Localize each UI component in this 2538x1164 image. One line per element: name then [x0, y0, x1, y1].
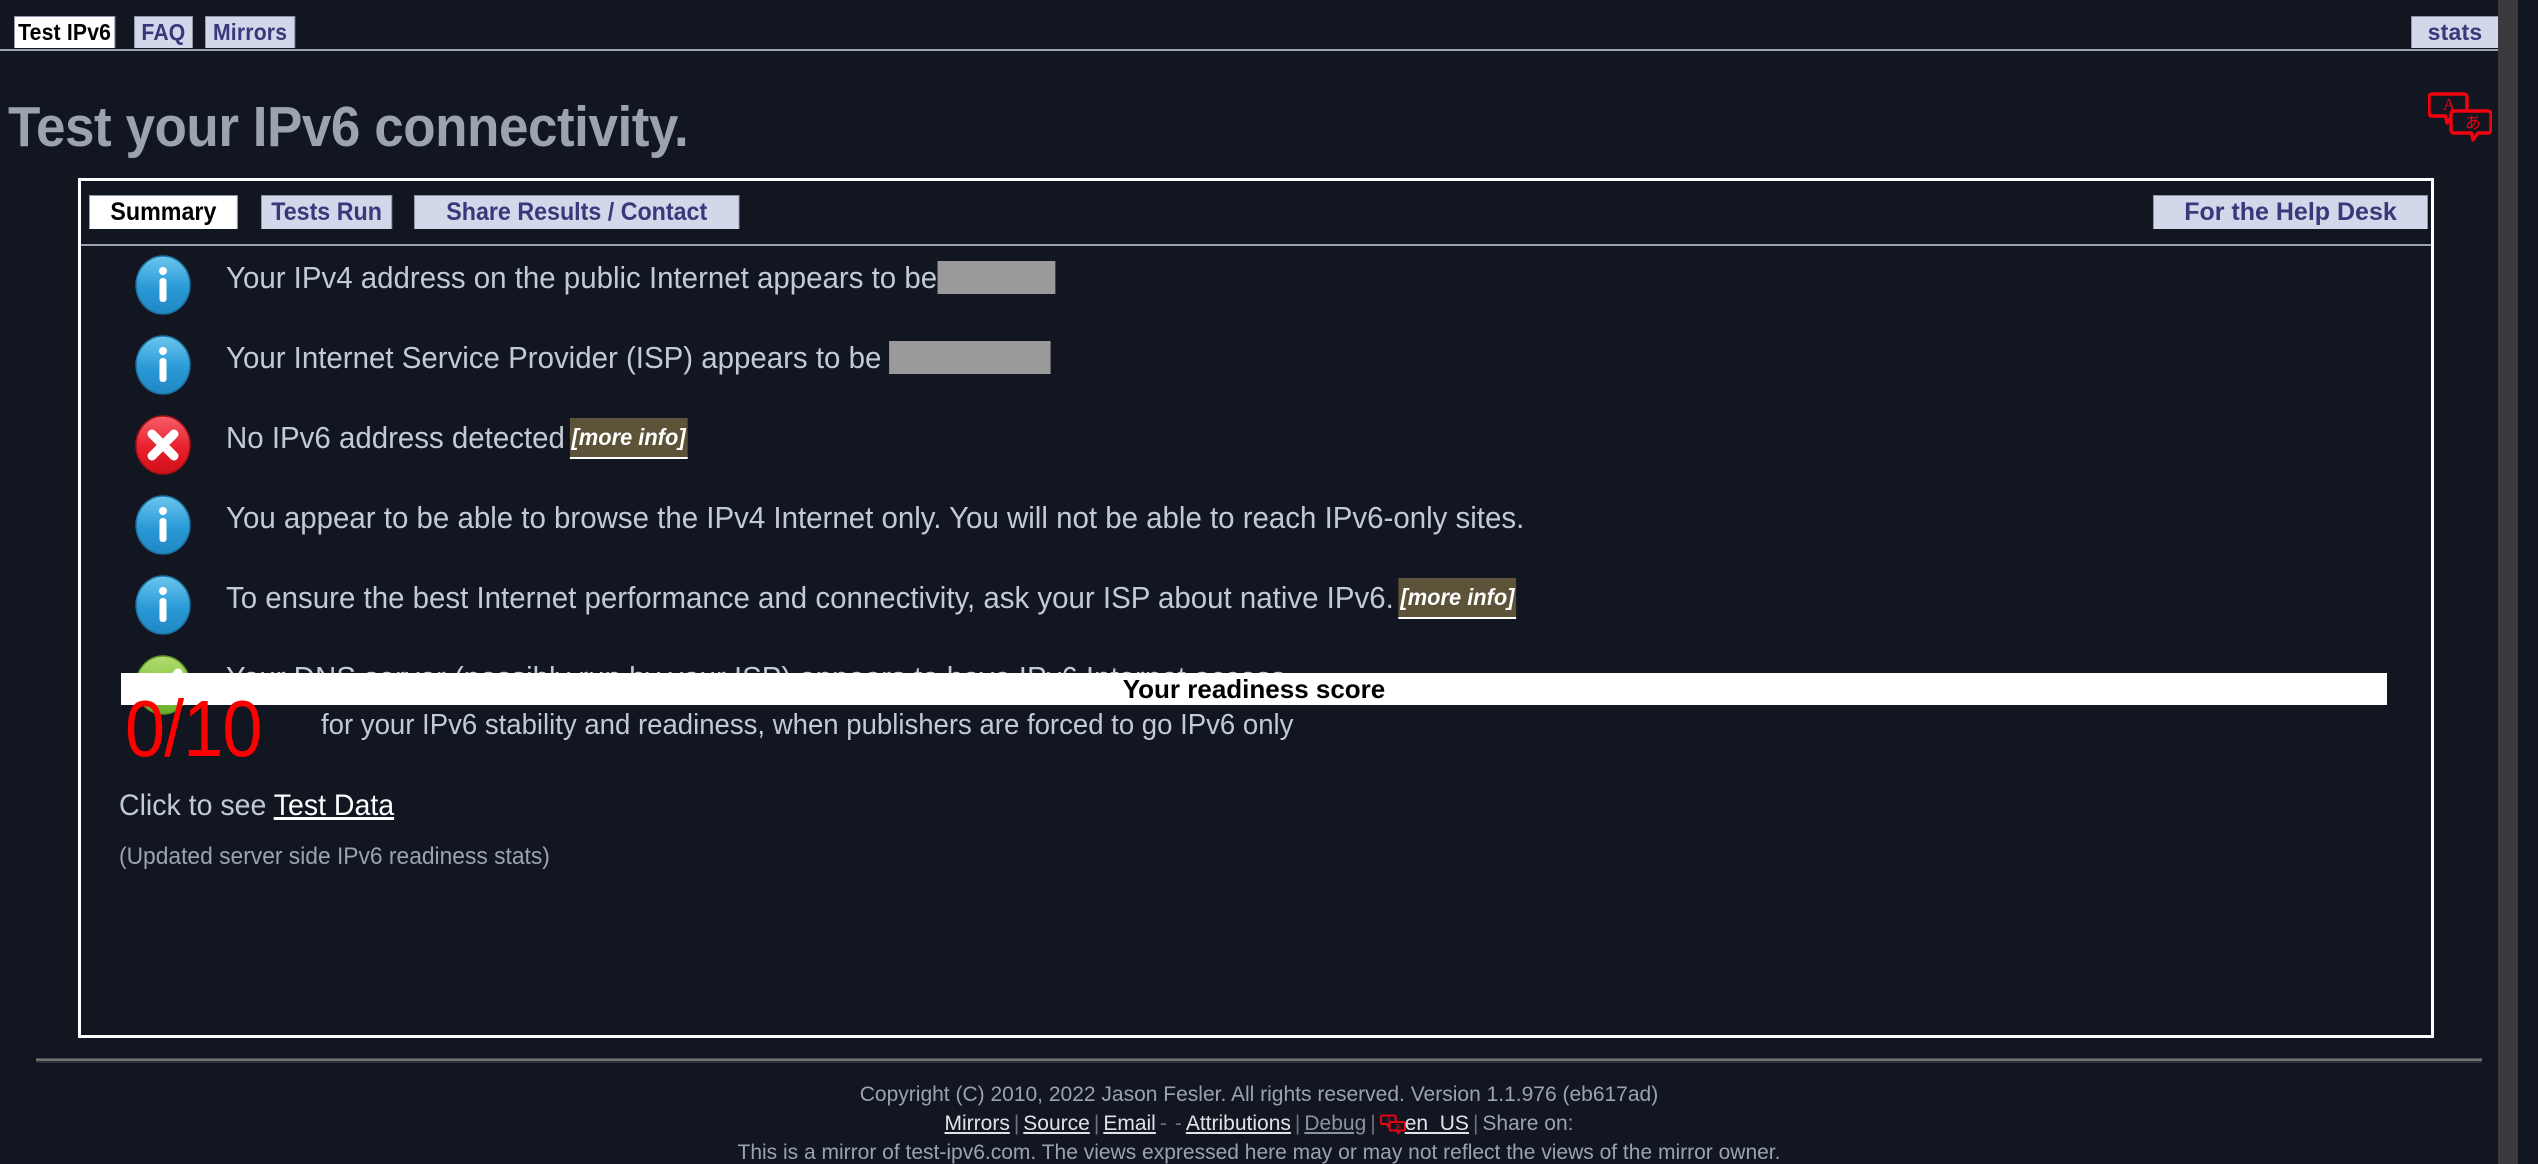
result-message: No IPv6 address detected — [226, 420, 565, 455]
result-row: Your Internet Service Provider (ISP) app… — [81, 327, 2431, 407]
tab-for-the-help-desk[interactable]: For the Help Desk — [2153, 195, 2428, 229]
top-tab-mirrors-label: Mirrors — [212, 19, 288, 45]
tab-summary[interactable]: Summary — [89, 195, 238, 229]
top-navigation: Test IPv6 FAQ Mirrors stats — [0, 16, 2518, 51]
test-data-prefix: Click to see — [119, 789, 274, 822]
top-tab-stats-label: stats — [2427, 19, 2483, 45]
result-text: Your Internet Service Provider (ISP) app… — [226, 339, 1052, 377]
tab-for-the-help-desk-label: For the Help Desk — [2184, 198, 2397, 226]
svg-text:あ: あ — [1394, 1123, 1401, 1131]
top-nav-rule — [0, 49, 2518, 51]
footer-link-attributions[interactable]: Attributions — [1186, 1112, 1291, 1135]
tab-summary-label: Summary — [110, 198, 217, 226]
top-tab-test-ipv6-label: Test IPv6 — [18, 19, 112, 45]
footer-links: Mirrors | Source | Email - - Attributions | Debug… — [0, 1109, 2518, 1138]
info-icon — [133, 495, 193, 555]
redacted-value — [937, 261, 1055, 295]
result-text: To ensure the best Internet performance … — [226, 578, 1517, 622]
results-list: Your IPv4 address on the public Internet… — [81, 247, 2431, 727]
result-row: No IPv6 address detected [more info] — [81, 407, 2431, 487]
top-tab-test-ipv6[interactable]: Test IPv6 — [14, 16, 116, 48]
footer-link-mirrors[interactable]: Mirrors — [945, 1112, 1010, 1135]
svg-text:A: A — [1386, 1115, 1392, 1124]
footer-link-source[interactable]: Source — [1023, 1112, 1090, 1135]
result-message: To ensure the best Internet performance … — [226, 580, 1394, 615]
footer-dash-1: - — [1159, 1112, 1167, 1135]
info-icon — [133, 575, 193, 635]
page-root: Test IPv6 FAQ Mirrors stats Test your IP… — [0, 0, 2518, 1164]
footer-link-email[interactable]: Email — [1103, 1112, 1156, 1135]
tab-share-results-contact[interactable]: Share Results / Contact — [414, 195, 740, 229]
result-message: Your IPv4 address on the public Internet… — [226, 260, 938, 295]
footer-dash-2: - — [1174, 1112, 1182, 1135]
footer-sep-3: | — [1294, 1112, 1301, 1135]
footer-copyright: Copyright (C) 2010, 2022 Jason Fesler. A… — [859, 1083, 1659, 1106]
top-tab-faq-label: FAQ — [141, 19, 186, 45]
more-info-link[interactable]: [more info] — [1398, 578, 1517, 619]
result-text: You appear to be able to browse the IPv4… — [226, 499, 1524, 537]
results-panel: Summary Tests Run Share Results / Contac… — [78, 178, 2434, 1038]
translate-icon[interactable]: A あ — [2427, 90, 2493, 142]
svg-text:あ: あ — [2465, 113, 2481, 132]
result-text: No IPv6 address detected [more info] — [226, 418, 688, 462]
footer-mirror-note: This is a mirror of test-ipv6.com. The v… — [737, 1141, 1781, 1164]
error-icon — [133, 415, 193, 475]
tab-tests-run[interactable]: Tests Run — [261, 195, 393, 229]
info-icon — [133, 255, 193, 315]
panel-tab-rule — [81, 244, 2431, 246]
footer-sep-4: | — [1370, 1112, 1376, 1135]
footer-link-locale[interactable]: en_US — [1405, 1112, 1469, 1135]
top-tab-mirrors[interactable]: Mirrors — [205, 16, 296, 48]
panel-tabs: Summary Tests Run Share Results / Contac… — [81, 195, 2431, 246]
result-row: Your IPv4 address on the public Internet… — [81, 247, 2431, 327]
footer-link-debug[interactable]: Debug — [1304, 1112, 1366, 1135]
readiness-score-title: Your readiness score — [1122, 673, 1386, 704]
page-title: Test your IPv6 connectivity. — [8, 95, 689, 159]
top-tab-faq[interactable]: FAQ — [134, 16, 193, 48]
footer-sep-1: | — [1013, 1112, 1020, 1135]
footer-translate-icon[interactable]: A あ — [1379, 1113, 1406, 1135]
readiness-score-bar: Your readiness score — [121, 673, 2387, 705]
more-info-link[interactable]: [more info] — [569, 418, 688, 459]
tab-tests-run-label: Tests Run — [271, 198, 382, 226]
result-row: To ensure the best Internet performance … — [81, 567, 2431, 647]
footer-share-on-label: Share on: — [1482, 1112, 1574, 1135]
footer-sep-5: | — [1472, 1112, 1479, 1135]
top-tab-stats[interactable]: stats — [2411, 16, 2499, 48]
footer-divider — [36, 1058, 2482, 1063]
tab-share-results-contact-label: Share Results / Contact — [446, 198, 708, 226]
updated-stats-note: (Updated server side IPv6 readiness stat… — [119, 843, 550, 870]
info-icon — [133, 335, 193, 395]
vertical-scrollbar[interactable] — [2498, 0, 2518, 1164]
test-data-line: Click to see Test Data — [119, 789, 394, 823]
result-message: Your Internet Service Provider (ISP) app… — [226, 340, 890, 375]
result-row: You appear to be able to browse the IPv4… — [81, 487, 2431, 567]
test-data-link[interactable]: Test Data — [274, 789, 394, 822]
readiness-score-value: 0/10 — [125, 684, 262, 773]
result-text: Your IPv4 address on the public Internet… — [226, 259, 1055, 297]
result-message: You appear to be able to browse the IPv4… — [226, 500, 1525, 535]
svg-text:A: A — [2443, 95, 2456, 114]
footer-sep-2: | — [1093, 1112, 1100, 1135]
redacted-value — [889, 341, 1052, 375]
readiness-score-caption: for your IPv6 stability and readiness, w… — [321, 709, 1294, 741]
footer: Copyright (C) 2010, 2022 Jason Fesler. A… — [0, 1080, 2518, 1164]
